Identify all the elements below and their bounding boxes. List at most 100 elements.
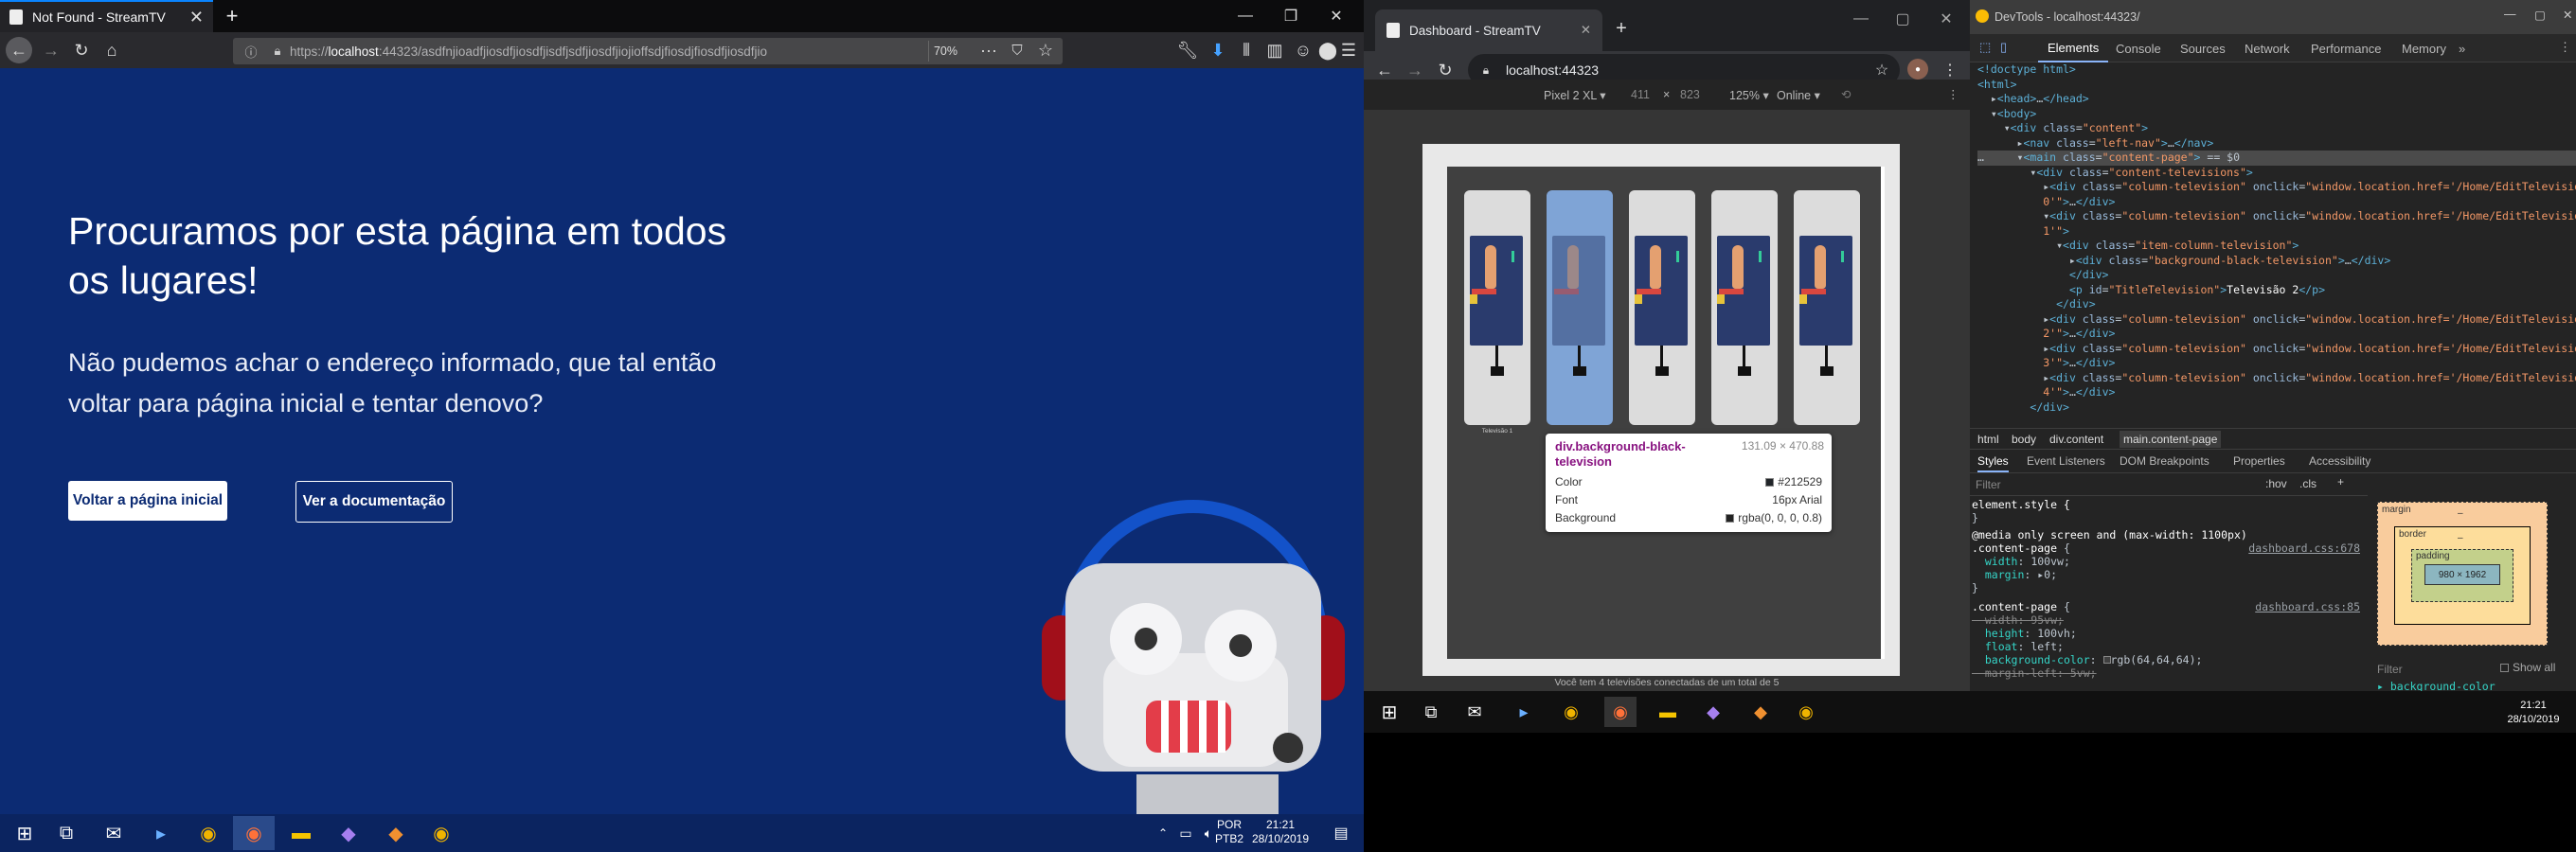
lock-icon[interactable]: 🔒︎ (269, 42, 286, 61)
dom-line[interactable]: ▸<div class="background-black-television… (1977, 254, 2576, 269)
tab-performance[interactable]: Performance (2301, 34, 2390, 62)
tab-sources[interactable]: Sources (2171, 34, 2235, 62)
pocket-icon[interactable]: ⛉ (1004, 37, 1030, 63)
clock-2[interactable]: 21:21 28/10/2019 (2500, 699, 2567, 727)
account-icon[interactable]: ☺ (1290, 37, 1316, 63)
dom-line[interactable]: 1'"> (1977, 224, 2576, 240)
avatar[interactable]: ● (1907, 59, 1928, 80)
powershell-icon[interactable]: ▸ (140, 816, 182, 850)
wrench-icon[interactable]: 🔧︎ (1174, 37, 1201, 63)
inspect-icon[interactable]: ⬚ (1979, 40, 1991, 55)
visual-studio-icon[interactable]: ◆ (328, 816, 369, 850)
css-source-link[interactable]: dashboard.css:678 (2248, 541, 2360, 555)
dom-line[interactable]: 0'">…</div> (1977, 195, 2576, 210)
crumb-html[interactable]: html (1977, 433, 1999, 446)
back-icon[interactable]: ← (6, 37, 32, 63)
tab-dom-breakpoints[interactable]: DOM Breakpoints (2120, 454, 2209, 468)
more-icon[interactable]: ⋮ (1947, 87, 1959, 101)
restore-icon[interactable]: ▢ (1888, 8, 1917, 30)
chrome-icon[interactable]: ◉ (188, 816, 229, 850)
tv-card-selected[interactable] (1547, 190, 1613, 425)
restore-icon[interactable]: ▢ (2534, 8, 2546, 22)
show-all-toggle[interactable]: Show all (2500, 661, 2555, 674)
checkbox[interactable] (2500, 663, 2509, 672)
dom-line[interactable]: ▸<div class="column-television" onclick=… (1977, 180, 2576, 195)
app-icon[interactable]: ◆ (375, 816, 417, 850)
width-input[interactable]: 411 (1631, 88, 1650, 101)
tab-accessibility[interactable]: Accessibility (2309, 454, 2370, 468)
firefox-icon[interactable]: ◉ (1604, 697, 1637, 727)
close-window-icon[interactable]: ✕ (2563, 8, 2572, 22)
css-line[interactable]: background-color: rgb(64,64,64); (1972, 653, 2360, 666)
menu-icon[interactable]: ⋮ (1940, 59, 1960, 81)
css-line[interactable]: .content-page {dashboard.css:85 (1972, 600, 2360, 613)
download-icon[interactable]: ⬇ (1205, 37, 1231, 63)
tv-card[interactable] (1794, 190, 1860, 425)
tab-event-listeners[interactable]: Event Listeners (2027, 454, 2105, 468)
dom-line[interactable]: ▾<body> (1977, 107, 2576, 122)
dom-line[interactable]: ▸<div class="column-television" onclick=… (1977, 342, 2576, 357)
info-icon[interactable]: ⓘ (242, 42, 259, 61)
dom-line[interactable]: <!doctype html> (1977, 62, 2576, 78)
forward-icon[interactable]: → (38, 37, 64, 63)
minimize-icon[interactable]: — (2504, 8, 2516, 21)
tab-properties[interactable]: Properties (2233, 454, 2285, 468)
add-rule-icon[interactable]: + (2337, 475, 2344, 488)
dom-line[interactable]: ▸<div class="column-television" onclick=… (1977, 312, 2576, 328)
styles-filter-input[interactable]: Filter :hov .cls + (1970, 473, 2368, 496)
chrome-icon[interactable]: ◉ (1555, 697, 1587, 727)
notification-icon[interactable]: ▤ (1320, 816, 1362, 850)
library-icon[interactable]: ⫴ (1233, 37, 1260, 63)
css-line[interactable]: width: 95vw; (1972, 613, 2360, 627)
css-source-link[interactable]: dashboard.css:85 (2255, 600, 2360, 613)
dom-line[interactable]: ▾<div class="item-column-television"> (1977, 239, 2576, 254)
reload-icon[interactable]: ↻ (68, 37, 95, 63)
dom-line[interactable]: ▾<div class="column-television" onclick=… (1977, 209, 2576, 224)
powershell-icon[interactable]: ▸ (1508, 697, 1540, 727)
zoom-level[interactable]: 70% (928, 41, 962, 62)
app-icon[interactable]: ◆ (1744, 697, 1777, 727)
css-line[interactable]: margin: ▸0; (1972, 568, 2360, 581)
device-toggle-icon[interactable]: ▯ (2000, 40, 2007, 55)
close-tab-icon[interactable]: ✕ (189, 8, 204, 27)
chrome-icon-2[interactable]: ◉ (420, 816, 462, 850)
css-line[interactable]: width: 100vw; (1972, 555, 2360, 568)
close-window-icon[interactable]: ✕ (1315, 0, 1358, 32)
computed-filter[interactable]: Filter (2377, 663, 2403, 676)
tab-styles[interactable]: Styles (1977, 454, 2009, 472)
tab-network[interactable]: Network (2235, 34, 2299, 62)
visual-studio-icon[interactable]: ◆ (1697, 697, 1729, 727)
dom-line-selected[interactable]: … ▾<main class="content-page"> == $0 (1977, 151, 2576, 166)
restore-icon[interactable]: ❐ (1269, 0, 1313, 32)
dom-line[interactable]: 4'">…</div> (1977, 385, 2576, 400)
dom-line[interactable]: </div> (1977, 268, 2576, 283)
cls-button[interactable]: .cls (2299, 477, 2317, 490)
tv-card[interactable] (1629, 190, 1695, 425)
tab-more[interactable]: » (2449, 34, 2475, 62)
css-line[interactable]: @media only screen and (max-width: 1100p… (1972, 528, 2360, 541)
start-icon[interactable]: ⊞ (4, 816, 45, 850)
home-icon[interactable]: ⌂ (98, 37, 125, 63)
docs-button[interactable]: Ver a documentação (295, 481, 453, 523)
css-line[interactable]: margin-left: 5vw; (1972, 666, 2360, 680)
chrome-tab[interactable]: Dashboard - StreamTV ✕ (1375, 9, 1602, 51)
bookmark-star-icon[interactable]: ☆ (1032, 37, 1059, 63)
hov-button[interactable]: :hov (2265, 477, 2287, 490)
close-tab-icon[interactable]: ✕ (1581, 23, 1591, 38)
minimize-icon[interactable]: — (1224, 0, 1267, 32)
styles-pane[interactable]: element.style { } @media only screen and… (1972, 498, 2360, 691)
dom-line[interactable]: </div> (1977, 297, 2576, 312)
bookmark-star-icon[interactable]: ☆ (1871, 59, 1892, 81)
tab-elements[interactable]: Elements (2038, 34, 2109, 62)
css-line[interactable]: float: left; (1972, 640, 2360, 653)
close-window-icon[interactable]: ✕ (1932, 8, 1960, 30)
minimize-icon[interactable]: — (1847, 8, 1875, 30)
tv-card[interactable] (1464, 190, 1530, 425)
clock[interactable]: 21:21 28/10/2019 (1250, 818, 1311, 846)
tab-console[interactable]: Console (2106, 34, 2171, 62)
rotate-icon[interactable]: ⟲ (1841, 87, 1851, 101)
task-view-icon[interactable]: ⧉ (45, 816, 87, 850)
task-view-icon[interactable]: ⧉ (1415, 697, 1447, 727)
dom-line[interactable]: 2'">…</div> (1977, 327, 2576, 342)
dom-line[interactable]: ▾<div class="content-televisions"> (1977, 166, 2576, 181)
